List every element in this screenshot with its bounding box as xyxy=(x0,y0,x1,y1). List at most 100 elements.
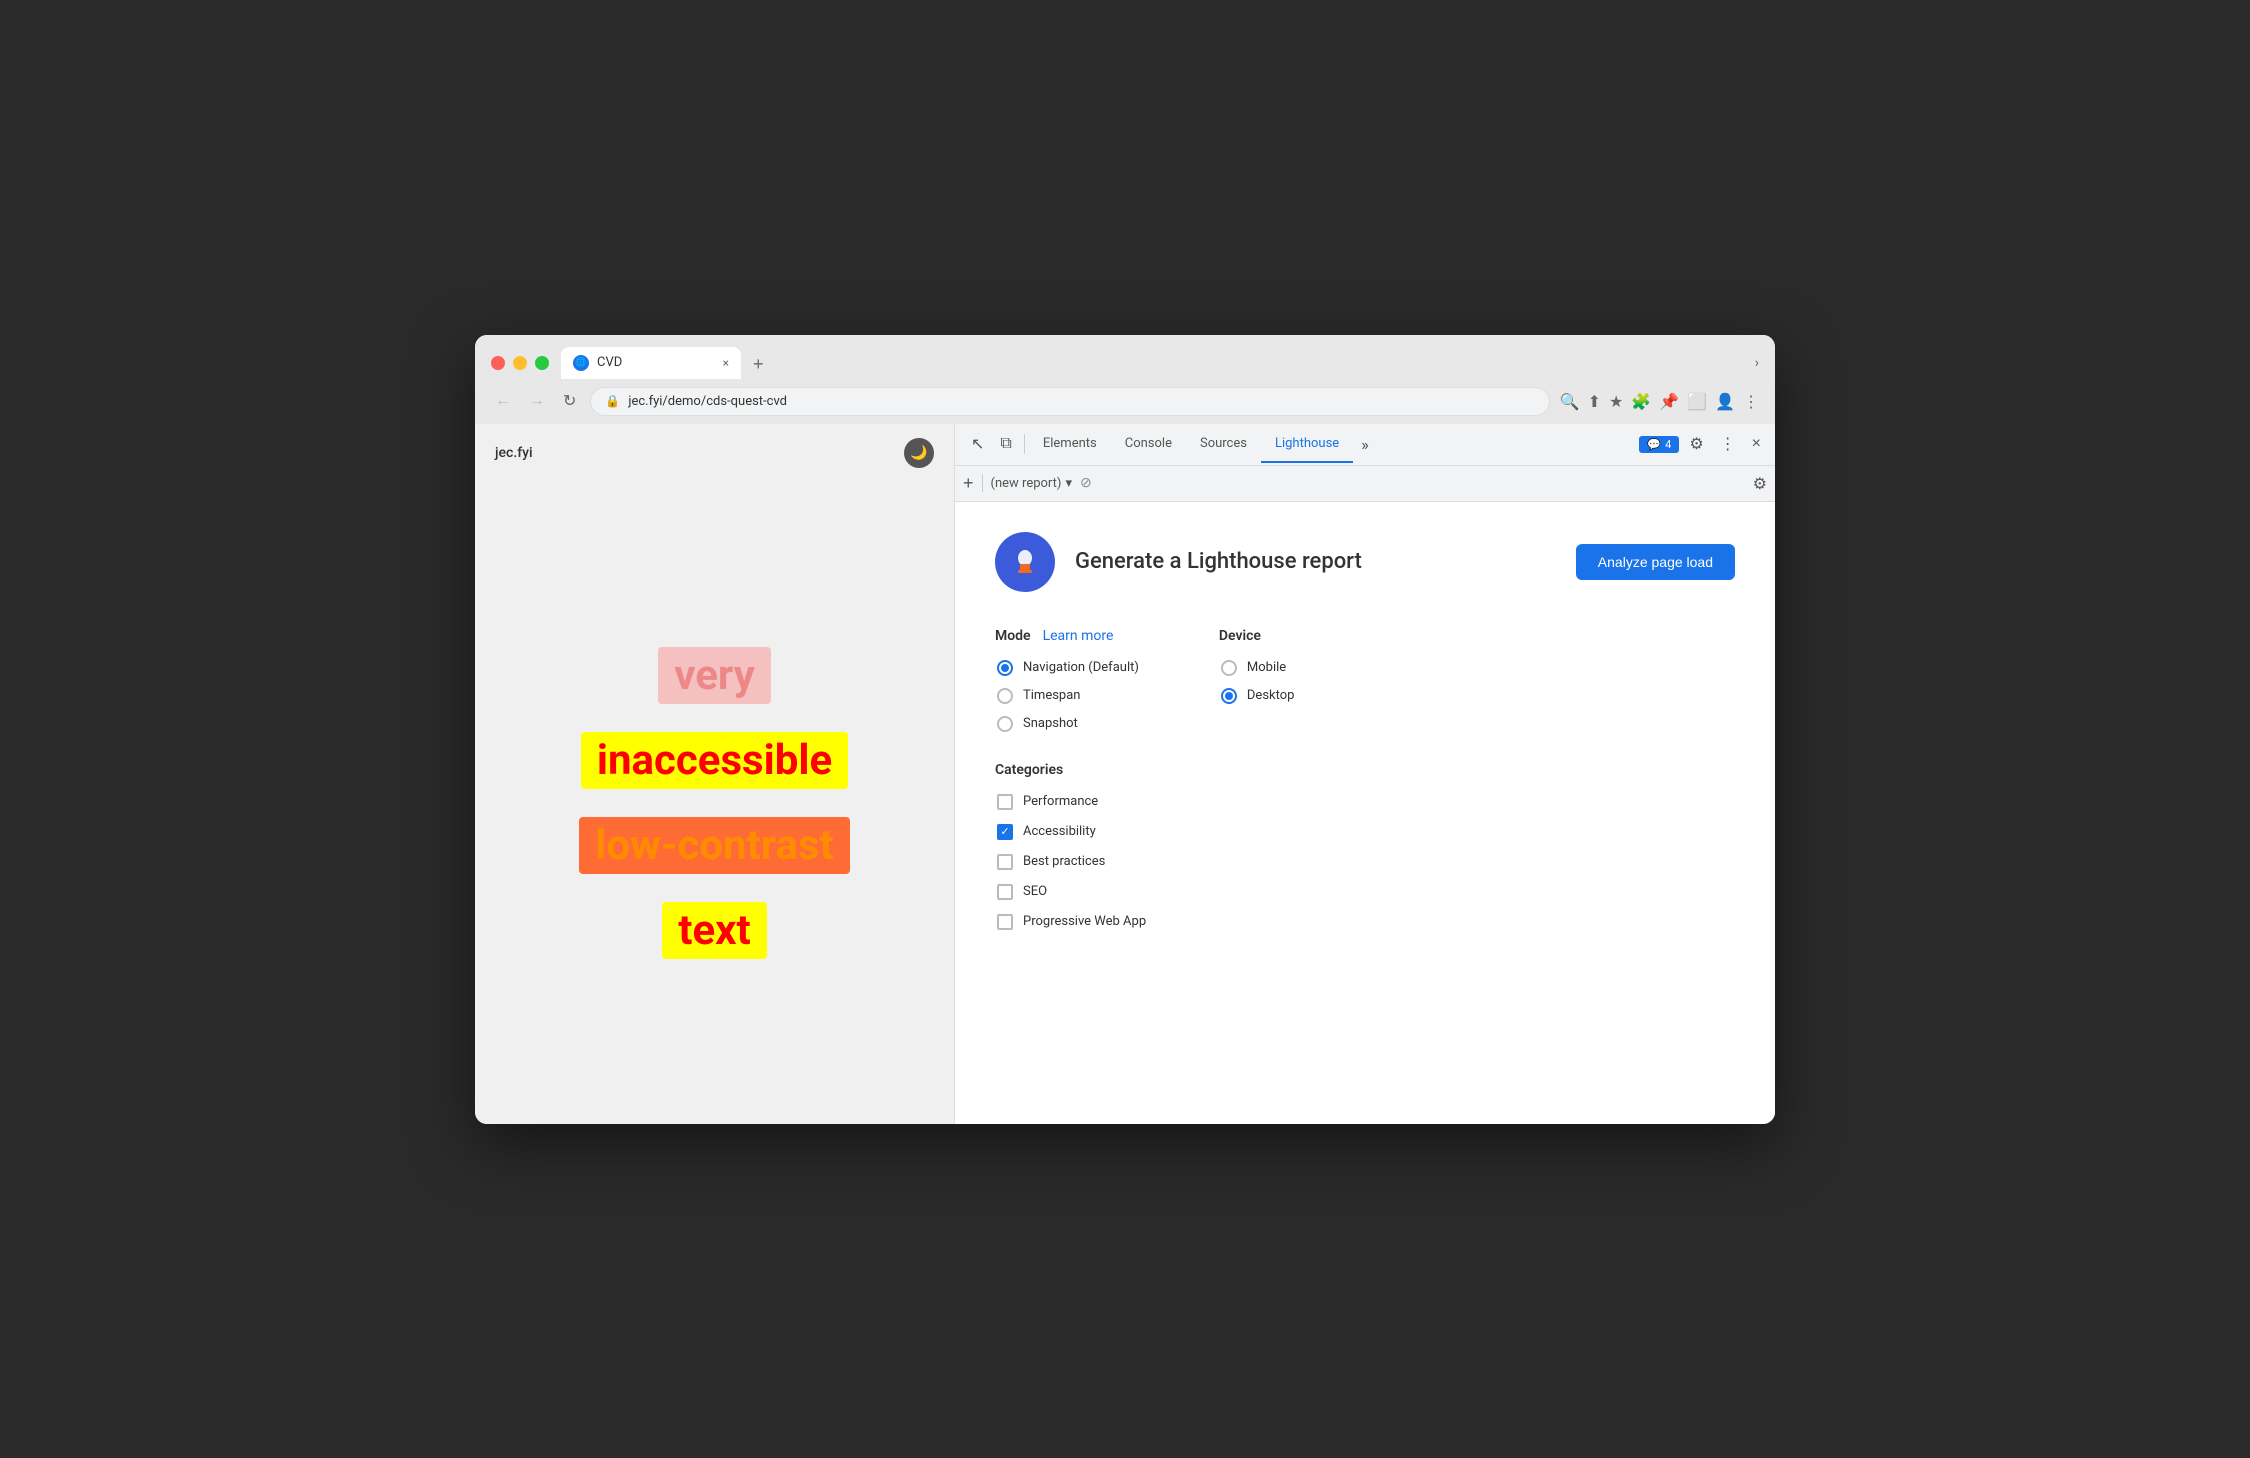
badge-icon: 💬 xyxy=(1647,438,1661,451)
profile-icon[interactable]: 👤 xyxy=(1715,392,1735,411)
tab-lighthouse[interactable]: Lighthouse xyxy=(1261,426,1353,463)
reload-button[interactable]: ↻ xyxy=(559,387,580,415)
mode-header: Mode Learn more xyxy=(995,628,1139,644)
split-icon[interactable]: ⬜ xyxy=(1687,392,1707,411)
secondary-settings-btn[interactable]: ⚙ xyxy=(1753,474,1767,493)
new-tab-button[interactable]: + xyxy=(745,350,772,379)
lh-device-section: Device Mobile Desktop xyxy=(1219,628,1295,732)
tab-close-btn[interactable]: × xyxy=(723,356,729,370)
nav-bar: ← → ↻ 🔒 jec.fyi/demo/cds-quest-cvd 🔍 ⬆ ★… xyxy=(475,379,1775,424)
tab-elements[interactable]: Elements xyxy=(1029,426,1111,463)
inspect-element-btn[interactable]: ↖ xyxy=(963,428,992,460)
tab-favicon: 🌐 xyxy=(573,355,589,371)
category-performance[interactable]: Performance xyxy=(997,794,1735,810)
lighthouse-header: Generate a Lighthouse report Analyze pag… xyxy=(995,532,1735,592)
tabs-area: 🌐 CVD × + xyxy=(561,347,1743,379)
dark-mode-button[interactable]: 🌙 xyxy=(904,438,934,468)
more-icon[interactable]: ⋮ xyxy=(1743,392,1759,411)
performance-checkbox[interactable] xyxy=(997,794,1013,810)
best-practices-checkbox[interactable] xyxy=(997,854,1013,870)
dropdown-icon: ▾ xyxy=(1065,476,1072,491)
report-placeholder: (new report) xyxy=(991,476,1062,491)
categories-header: Categories xyxy=(995,762,1735,778)
learn-more-link[interactable]: Learn more xyxy=(1043,628,1114,644)
analyze-page-load-btn[interactable]: Analyze page load xyxy=(1576,544,1735,580)
devtools-secondary-toolbar: + (new report) ▾ ⊘ ⚙ xyxy=(955,466,1775,502)
lighthouse-title: Generate a Lighthouse report xyxy=(1075,549,1556,574)
maximize-traffic-light[interactable] xyxy=(535,356,549,370)
categories-checkbox-group: Performance ✓ Accessibility Best practic… xyxy=(997,794,1735,930)
webpage-title: jec.fyi xyxy=(495,445,533,461)
desktop-radio[interactable] xyxy=(1221,688,1237,704)
secondary-separator xyxy=(982,474,983,492)
lighthouse-logo xyxy=(995,532,1055,592)
devtools-tabs: Elements Console Sources Lighthouse » xyxy=(1029,426,1377,463)
mode-label: Mode xyxy=(995,628,1031,644)
demo-word-very: very xyxy=(658,647,771,704)
more-actions-btn[interactable]: ⋮ xyxy=(1714,430,1742,458)
mode-navigation[interactable]: Navigation (Default) xyxy=(997,660,1139,676)
back-button[interactable]: ← xyxy=(491,388,515,414)
share-icon[interactable]: ⬆ xyxy=(1588,392,1601,411)
category-seo[interactable]: SEO xyxy=(997,884,1735,900)
category-best-practices[interactable]: Best practices xyxy=(997,854,1735,870)
toolbar-separator xyxy=(1024,434,1025,454)
device-mobile[interactable]: Mobile xyxy=(1221,660,1295,676)
no-icon[interactable]: ⊘ xyxy=(1080,475,1092,491)
device-label: Device xyxy=(1219,628,1295,644)
minimize-traffic-light[interactable] xyxy=(513,356,527,370)
pwa-checkbox[interactable] xyxy=(997,914,1013,930)
devtools-panel: ↖ ⧉ Elements Console Sources Lighthouse xyxy=(955,424,1775,1124)
category-accessibility[interactable]: ✓ Accessibility xyxy=(997,824,1735,840)
more-tabs-btn[interactable]: » xyxy=(1353,427,1377,462)
browser-tab[interactable]: 🌐 CVD × xyxy=(561,347,741,379)
extensions-icon[interactable]: 🧩 xyxy=(1631,392,1651,411)
categories-label: Categories xyxy=(995,762,1063,778)
webpage-body: very inaccessible low-contrast text xyxy=(475,482,954,1124)
url-bar[interactable]: 🔒 jec.fyi/demo/cds-quest-cvd xyxy=(590,387,1549,416)
main-content: jec.fyi 🌙 very inaccessible low-contrast… xyxy=(475,424,1775,1124)
seo-checkbox[interactable] xyxy=(997,884,1013,900)
tab-title: CVD xyxy=(597,355,622,370)
title-bar: 🌐 CVD × + › xyxy=(475,335,1775,379)
mode-radio-group: Navigation (Default) Timespan Snapshot xyxy=(997,660,1139,732)
search-icon[interactable]: 🔍 xyxy=(1560,392,1580,411)
lighthouse-logo-svg xyxy=(1007,544,1043,580)
category-pwa[interactable]: Progressive Web App xyxy=(997,914,1735,930)
accessibility-checkbox[interactable]: ✓ xyxy=(997,824,1013,840)
bookmark-icon[interactable]: ★ xyxy=(1609,392,1623,411)
mode-snapshot[interactable]: Snapshot xyxy=(997,716,1139,732)
mode-timespan[interactable]: Timespan xyxy=(997,688,1139,704)
timespan-radio[interactable] xyxy=(997,688,1013,704)
demo-word-text: text xyxy=(662,902,766,959)
demo-word-lowcontrast: low-contrast xyxy=(579,817,850,874)
demo-word-inaccessible: inaccessible xyxy=(581,732,848,789)
lh-mode-device-row: Mode Learn more Navigation (Default) Tim… xyxy=(995,628,1735,732)
device-emulation-btn[interactable]: ⧉ xyxy=(992,429,1019,459)
url-text: jec.fyi/demo/cds-quest-cvd xyxy=(628,394,1534,409)
device-radio-group: Mobile Desktop xyxy=(1221,660,1295,704)
forward-button[interactable]: → xyxy=(525,388,549,414)
devtools-toolbar: ↖ ⧉ Elements Console Sources Lighthouse xyxy=(955,424,1775,466)
add-report-btn[interactable]: + xyxy=(963,473,974,494)
report-selector[interactable]: (new report) ▾ xyxy=(991,476,1072,491)
device-desktop[interactable]: Desktop xyxy=(1221,688,1295,704)
navigation-radio[interactable] xyxy=(997,660,1013,676)
tab-console[interactable]: Console xyxy=(1111,426,1186,463)
snapshot-radio[interactable] xyxy=(997,716,1013,732)
mobile-radio[interactable] xyxy=(1221,660,1237,676)
pin-icon[interactable]: 📌 xyxy=(1659,392,1679,411)
webpage-header: jec.fyi 🌙 xyxy=(475,424,954,482)
lh-mode-section: Mode Learn more Navigation (Default) Tim… xyxy=(995,628,1139,732)
nav-icons: 🔍 ⬆ ★ 🧩 📌 ⬜ 👤 ⋮ xyxy=(1560,392,1759,411)
dt-badge[interactable]: 💬 4 xyxy=(1639,436,1679,453)
badge-count: 4 xyxy=(1665,438,1671,451)
tab-more-btn[interactable]: › xyxy=(1755,355,1759,371)
browser-window: 🌐 CVD × + › ← → ↻ 🔒 jec.fyi/demo/cds-que… xyxy=(475,335,1775,1124)
lock-icon: 🔒 xyxy=(605,394,620,408)
close-traffic-light[interactable] xyxy=(491,356,505,370)
settings-btn[interactable]: ⚙ xyxy=(1683,430,1709,458)
lighthouse-content: Generate a Lighthouse report Analyze pag… xyxy=(955,502,1775,1124)
tab-sources[interactable]: Sources xyxy=(1186,426,1261,463)
close-devtools-btn[interactable]: × xyxy=(1746,431,1767,457)
